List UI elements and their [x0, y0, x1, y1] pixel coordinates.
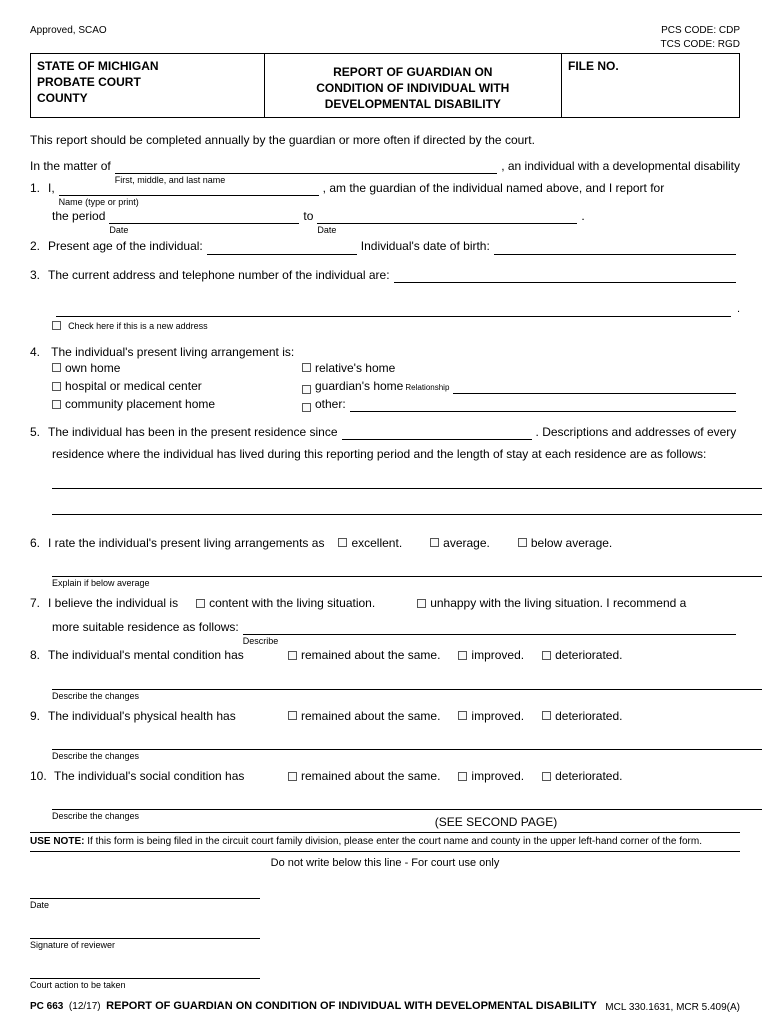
matter-row: In the matter of First, middle, and last… — [30, 158, 740, 174]
new-address-row: Check here if this is a new address — [52, 319, 740, 334]
q7-row: 7. I believe the individual is content w… — [30, 595, 740, 611]
q7-row2: more suitable residence as follows: Desc… — [52, 619, 740, 635]
dob-field[interactable] — [494, 241, 736, 255]
q3-row: 3. The current address and telephone num… — [30, 267, 740, 283]
chk-mental-improved[interactable] — [458, 651, 467, 660]
q5-line2[interactable] — [52, 501, 762, 515]
guardian-name-field[interactable]: Name (type or print) — [59, 182, 319, 196]
period-end-field[interactable]: Date — [317, 210, 577, 224]
county-label: COUNTY — [37, 90, 258, 106]
chk-hospital[interactable] — [52, 382, 61, 391]
q4-options: own home relative's home hospital or med… — [52, 360, 740, 413]
matter-name-field[interactable]: First, middle, and last name — [115, 160, 497, 174]
chk-content[interactable] — [196, 599, 205, 608]
chk-physical-improved[interactable] — [458, 711, 467, 720]
other-field[interactable] — [350, 398, 736, 412]
form-revision: (12/17) — [69, 1001, 101, 1012]
reviewer-signature-line[interactable] — [30, 921, 260, 939]
chk-physical-deteriorated[interactable] — [542, 711, 551, 720]
q5-line1[interactable] — [52, 475, 762, 489]
q1-row2: the period Date to Date . — [52, 208, 740, 224]
chk-community[interactable] — [52, 400, 61, 409]
court-only-label: Do not write below this line - For court… — [30, 856, 740, 871]
top-codes: Approved, SCAO PCS CODE: CDP TCS CODE: R… — [30, 24, 740, 51]
approved-label: Approved, SCAO — [30, 24, 107, 51]
residence-describe-field[interactable]: Describe — [243, 621, 736, 635]
chk-below-average[interactable] — [518, 538, 527, 547]
chk-social-deteriorated[interactable] — [542, 772, 551, 781]
q10-line[interactable] — [52, 796, 762, 810]
form-number: PC 663 — [30, 1001, 63, 1012]
mcl-reference: MCL 330.1631, MCR 5.409(A) — [605, 1001, 740, 1015]
relationship-field[interactable] — [453, 380, 736, 394]
chk-physical-same[interactable] — [288, 711, 297, 720]
q10-row: 10. The individual's social condition ha… — [30, 768, 740, 784]
court-label: PROBATE COURT — [37, 74, 258, 90]
header-left: STATE OF MICHIGAN PROBATE COURT COUNTY — [31, 54, 265, 117]
header-box: STATE OF MICHIGAN PROBATE COURT COUNTY R… — [30, 53, 740, 118]
chk-unhappy[interactable] — [417, 599, 426, 608]
state-label: STATE OF MICHIGAN — [37, 58, 258, 74]
address-line2: . — [52, 289, 740, 317]
q4-row: 4. The individual's present living arran… — [30, 344, 740, 360]
residence-since-field[interactable] — [342, 426, 532, 440]
intro-text: This report should be completed annually… — [30, 132, 740, 148]
court-action-line[interactable] — [30, 961, 260, 979]
q9-line[interactable] — [52, 736, 762, 750]
q5-row2: residence where the individual has lived… — [52, 446, 740, 462]
date-line[interactable] — [30, 881, 260, 899]
use-note: USE NOTE: If this form is being filed in… — [30, 832, 740, 852]
chk-social-same[interactable] — [288, 772, 297, 781]
chk-other[interactable] — [302, 403, 311, 412]
file-no-label: FILE NO. — [568, 58, 733, 74]
chk-average[interactable] — [430, 538, 439, 547]
q1-row1: 1. I, Name (type or print) , am the guar… — [30, 180, 740, 196]
file-no-cell: FILE NO. — [562, 54, 739, 117]
chk-excellent[interactable] — [338, 538, 347, 547]
new-address-checkbox[interactable] — [52, 321, 61, 330]
address-field-2[interactable] — [56, 303, 731, 317]
see-second-page: (SEE SECOND PAGE) — [252, 814, 740, 830]
period-start-field[interactable]: Date — [109, 210, 299, 224]
tcs-code: TCS CODE: RGD — [661, 38, 740, 52]
chk-own-home[interactable] — [52, 363, 61, 372]
pcs-code: PCS CODE: CDP — [661, 24, 740, 38]
age-field[interactable] — [207, 241, 357, 255]
q6-explain-line[interactable] — [52, 563, 762, 577]
chk-mental-same[interactable] — [288, 651, 297, 660]
footer-title: REPORT OF GUARDIAN ON CONDITION OF INDIV… — [106, 1000, 597, 1012]
address-field-1[interactable] — [394, 269, 736, 283]
chk-mental-deteriorated[interactable] — [542, 651, 551, 660]
q9-row: 9. The individual's physical health has … — [30, 708, 740, 724]
q2-row: 2. Present age of the individual: Indivi… — [30, 238, 740, 254]
q6-row: 6. I rate the individual's present livin… — [30, 535, 740, 551]
q10-caption-row: Describe the changes (SEE SECOND PAGE) — [30, 810, 740, 830]
chk-relative-home[interactable] — [302, 363, 311, 372]
q5-row1: 5. The individual has been in the presen… — [30, 424, 740, 440]
header-title: REPORT OF GUARDIAN ON CONDITION OF INDIV… — [265, 54, 562, 117]
footer: PC 663 (12/17) REPORT OF GUARDIAN ON CON… — [30, 999, 740, 1014]
chk-guardian-home[interactable] — [302, 385, 311, 394]
chk-social-improved[interactable] — [458, 772, 467, 781]
q8-row: 8. The individual's mental condition has… — [30, 647, 740, 663]
q8-line[interactable] — [52, 676, 762, 690]
